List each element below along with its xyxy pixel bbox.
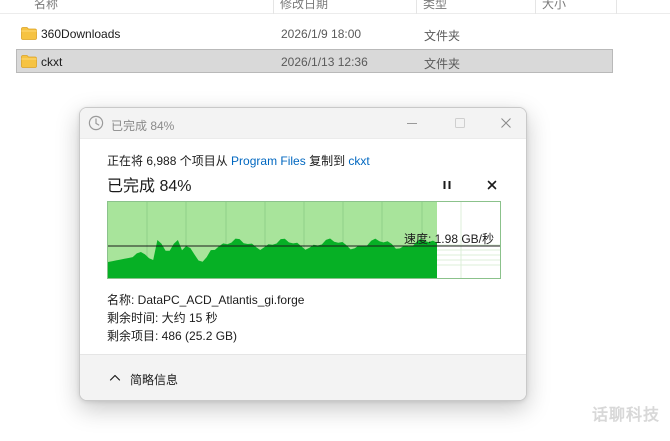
column-size[interactable]: 大小 bbox=[542, 0, 566, 12]
transfer-details: 名称: DataPC_ACD_Atlantis_gi.forge 剩余时间: 大… bbox=[107, 291, 304, 345]
dialog-title: 已完成 84% bbox=[111, 119, 175, 133]
copy-prefix: 正在将 6,988 个项目从 bbox=[107, 154, 232, 168]
cancel-icon[interactable] bbox=[485, 178, 499, 192]
speed-label: 速度: 1.98 GB/秒 bbox=[403, 232, 494, 246]
file-type: 文件夹 bbox=[424, 57, 461, 71]
maximize-icon[interactable] bbox=[451, 114, 469, 132]
file-row-360downloads[interactable]: 360Downloads 2026/1/9 18:00 文件夹 bbox=[16, 21, 613, 45]
speed-graph: 速度: 1.98 GB/秒 bbox=[107, 201, 501, 279]
time-remaining: 剩余时间: 大约 15 秒 bbox=[107, 311, 218, 325]
column-name[interactable]: 名称 bbox=[34, 0, 58, 12]
copy-description: 正在将 6,988 个项目从 Program Files 复制到 ckxt bbox=[107, 152, 370, 169]
current-file-name: 名称: DataPC_ACD_Atlantis_gi.forge bbox=[107, 293, 305, 307]
file-type: 文件夹 bbox=[424, 29, 461, 43]
column-type[interactable]: 类型 bbox=[423, 0, 447, 12]
dialog-footer: 简略信息 bbox=[80, 354, 526, 400]
file-name: 360Downloads bbox=[41, 27, 121, 41]
column-header: 名称 修改日期 类型 大小 bbox=[0, 0, 670, 14]
column-divider[interactable] bbox=[416, 0, 417, 14]
close-icon[interactable] bbox=[497, 114, 515, 132]
column-divider[interactable] bbox=[535, 0, 536, 14]
progress-heading: 已完成 84% bbox=[107, 178, 192, 195]
column-divider[interactable] bbox=[616, 0, 617, 14]
copy-mid: 复制到 bbox=[305, 154, 349, 168]
folder-icon bbox=[21, 55, 37, 68]
less-details-button[interactable]: 简略信息 bbox=[130, 371, 178, 388]
file-row-ckxt[interactable]: ckxt 2026/1/13 12:36 文件夹 bbox=[16, 49, 613, 73]
column-divider[interactable] bbox=[273, 0, 274, 14]
clock-icon bbox=[88, 115, 104, 131]
file-name: ckxt bbox=[41, 55, 63, 69]
copy-progress-dialog: 已完成 84% 正在将 6,988 个项目从 Program Files 复制到… bbox=[79, 107, 527, 401]
folder-icon bbox=[21, 27, 37, 40]
file-date: 2026/1/13 12:36 bbox=[281, 55, 368, 69]
minimize-icon[interactable] bbox=[403, 114, 421, 132]
dialog-body: 正在将 6,988 个项目从 Program Files 复制到 ckxt 已完… bbox=[80, 139, 526, 354]
file-date: 2026/1/9 18:00 bbox=[281, 27, 362, 41]
destination-link[interactable]: ckxt bbox=[348, 154, 369, 168]
source-link[interactable]: Program Files bbox=[231, 154, 306, 168]
column-date[interactable]: 修改日期 bbox=[280, 0, 328, 12]
chevron-up-icon[interactable] bbox=[109, 373, 121, 383]
dialog-titlebar[interactable]: 已完成 84% bbox=[80, 108, 526, 139]
watermark: 话聊科技 bbox=[591, 405, 660, 424]
items-remaining: 剩余项目: 486 (25.2 GB) bbox=[107, 329, 238, 343]
pause-icon[interactable] bbox=[440, 178, 454, 192]
